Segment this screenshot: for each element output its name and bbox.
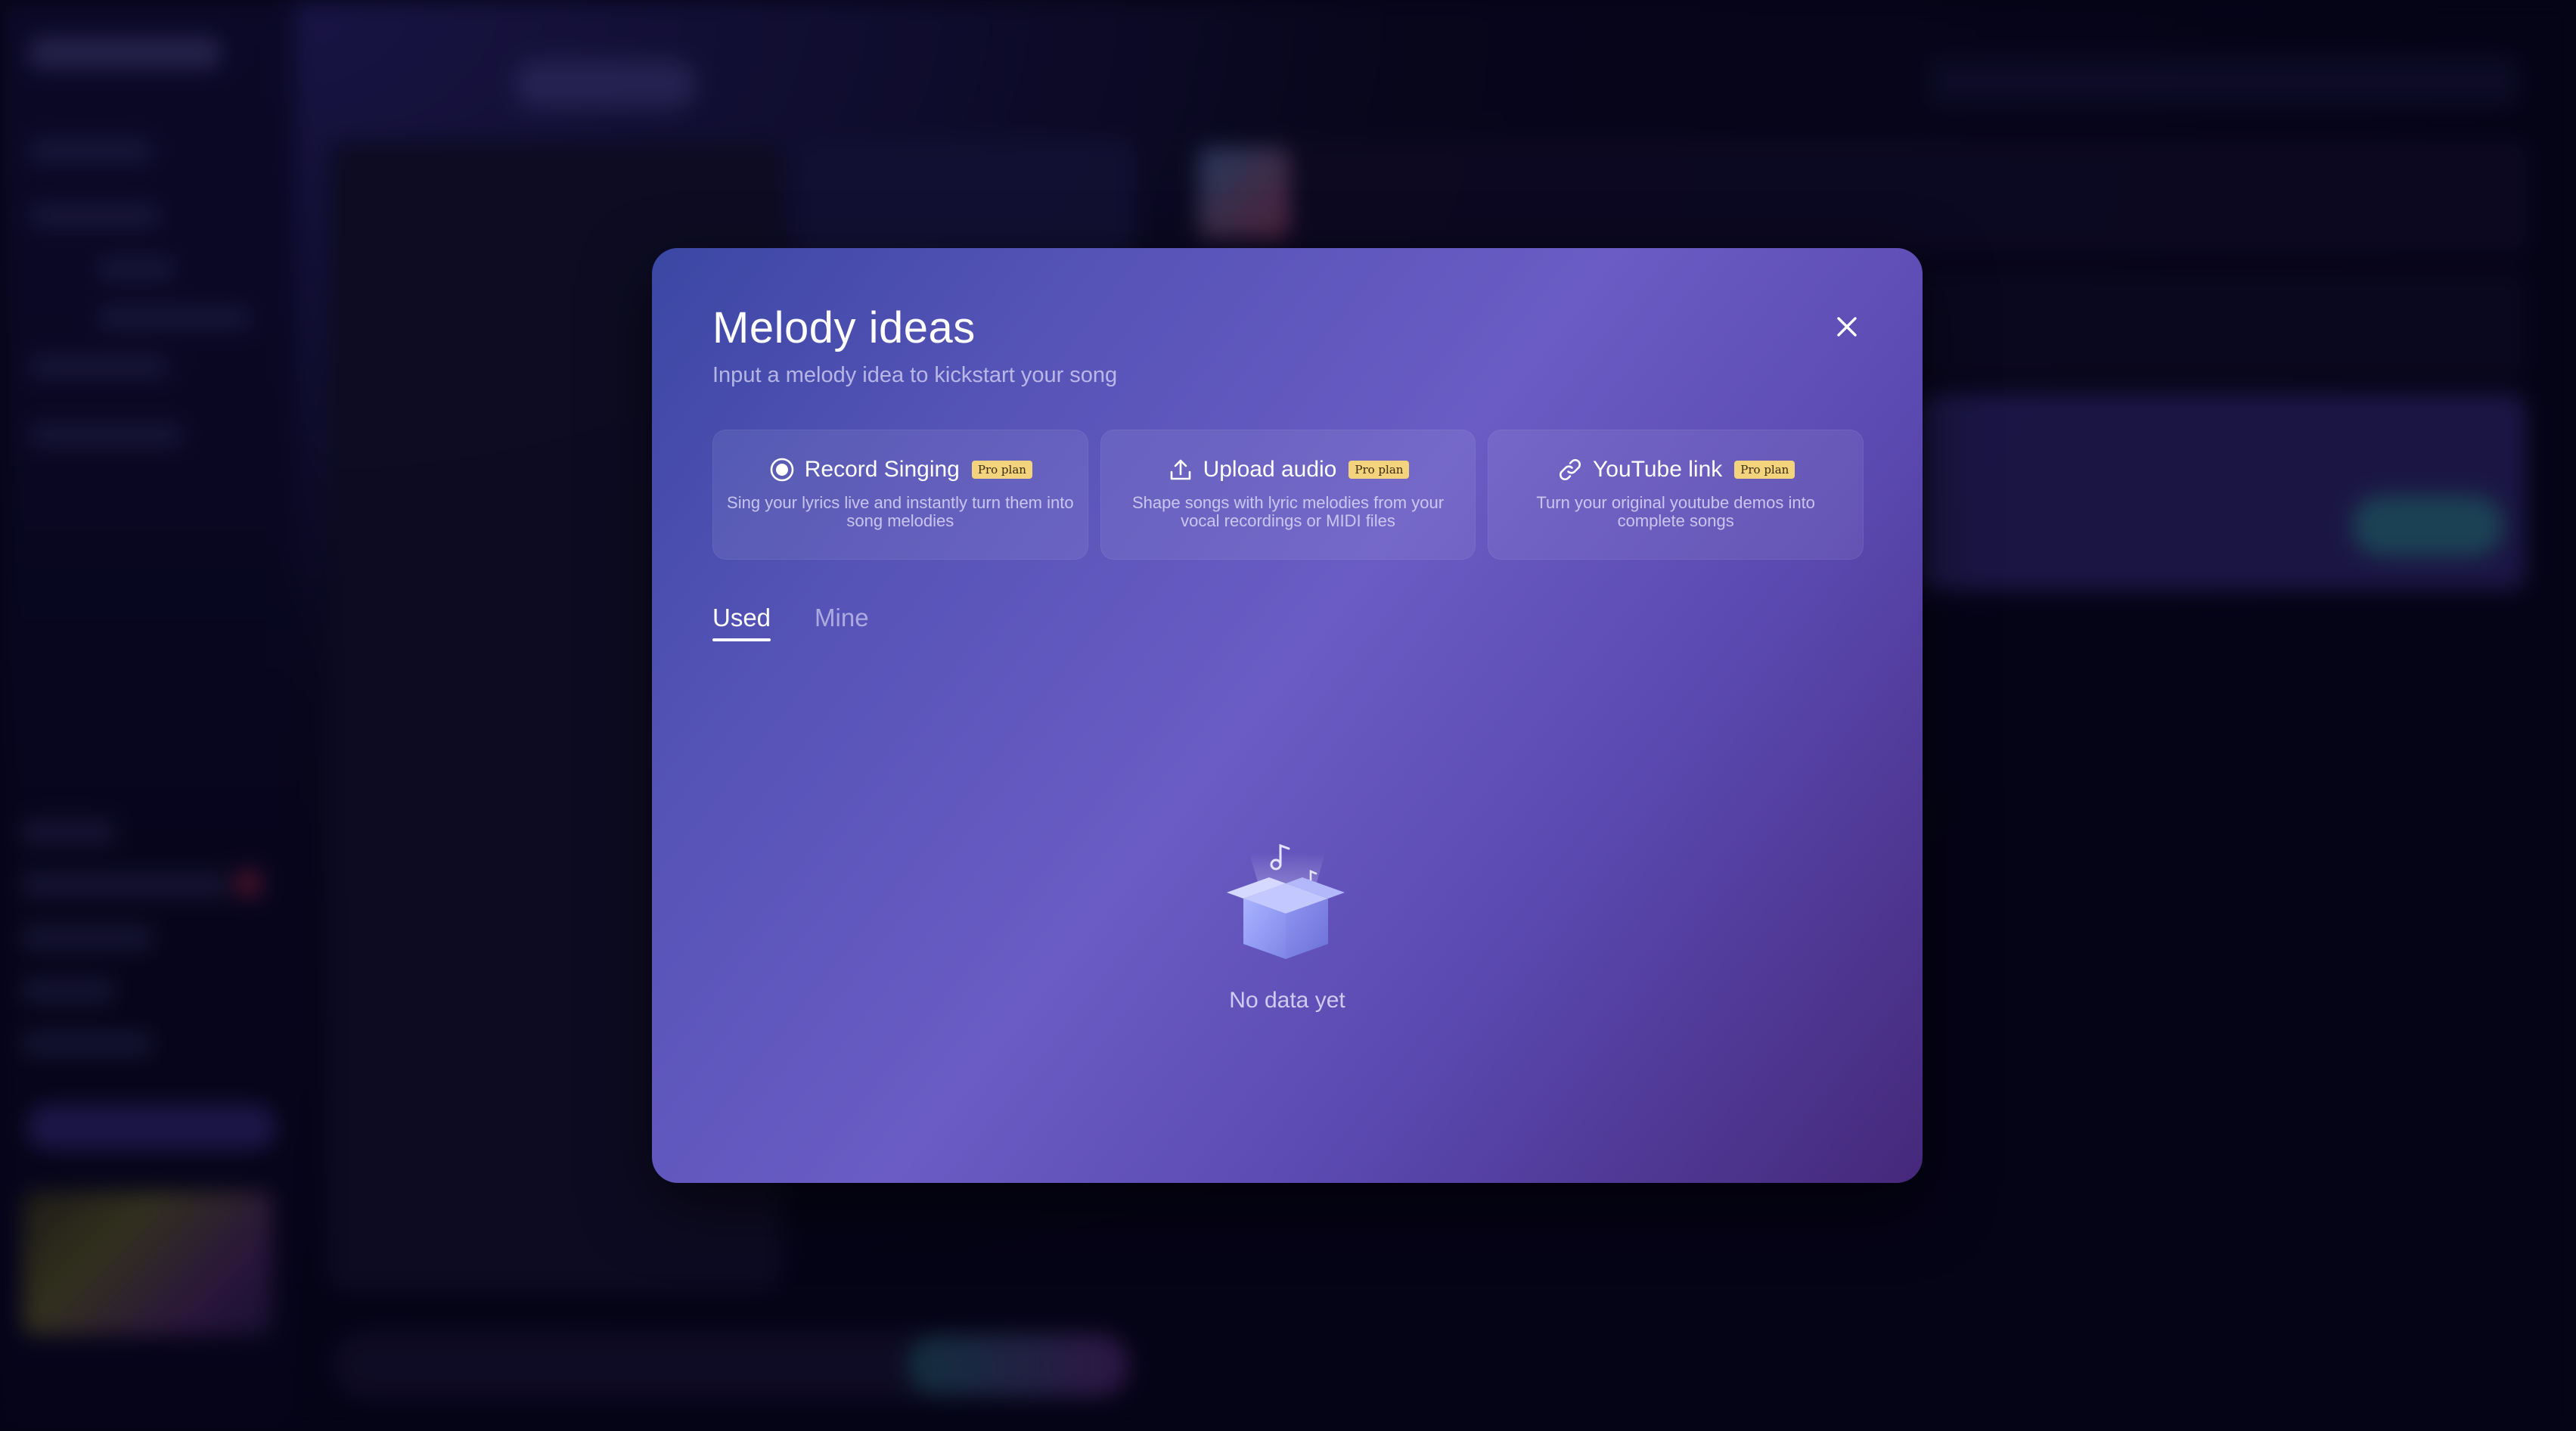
option-description: Shape songs with lyric melodies from you… bbox=[1131, 493, 1445, 530]
upload-icon bbox=[1167, 456, 1194, 483]
pro-plan-badge: Pro plan bbox=[1734, 461, 1795, 479]
option-title: YouTube link bbox=[1593, 457, 1723, 482]
close-button[interactable] bbox=[1829, 309, 1865, 345]
close-icon bbox=[1837, 317, 1857, 337]
option-title: Upload audio bbox=[1203, 457, 1337, 482]
tab-mine[interactable]: Mine bbox=[815, 604, 869, 638]
pro-plan-badge: Pro plan bbox=[971, 461, 1032, 479]
modal-title: Melody ideas bbox=[712, 303, 976, 352]
melody-source-options: Record Singing Pro plan Sing your lyrics… bbox=[712, 430, 1864, 560]
record-singing-card[interactable]: Record Singing Pro plan Sing your lyrics… bbox=[712, 430, 1088, 560]
empty-box-icon bbox=[1227, 843, 1345, 959]
melody-tabs: Used Mine bbox=[712, 604, 869, 641]
upload-audio-card[interactable]: Upload audio Pro plan Shape songs with l… bbox=[1100, 430, 1476, 560]
empty-state: No data yet bbox=[1136, 823, 1439, 1013]
option-description: Sing your lyrics live and instantly turn… bbox=[727, 493, 1074, 530]
modal-subtitle: Input a melody idea to kickstart your so… bbox=[712, 363, 1118, 387]
option-header: Upload audio Pro plan bbox=[1167, 456, 1410, 483]
option-description: Turn your original youtube demos into co… bbox=[1536, 493, 1815, 530]
pro-plan-badge: Pro plan bbox=[1349, 461, 1410, 479]
melody-ideas-modal: Melody ideas Input a melody idea to kick… bbox=[652, 248, 1923, 1183]
option-header: Record Singing Pro plan bbox=[768, 456, 1032, 483]
record-icon bbox=[768, 456, 796, 483]
link-icon bbox=[1556, 456, 1584, 483]
youtube-link-card[interactable]: YouTube link Pro plan Turn your original… bbox=[1488, 430, 1864, 560]
option-header: YouTube link Pro plan bbox=[1556, 456, 1795, 483]
option-title: Record Singing bbox=[804, 457, 960, 482]
empty-state-text: No data yet bbox=[1229, 988, 1345, 1013]
tab-used[interactable]: Used bbox=[712, 604, 771, 641]
